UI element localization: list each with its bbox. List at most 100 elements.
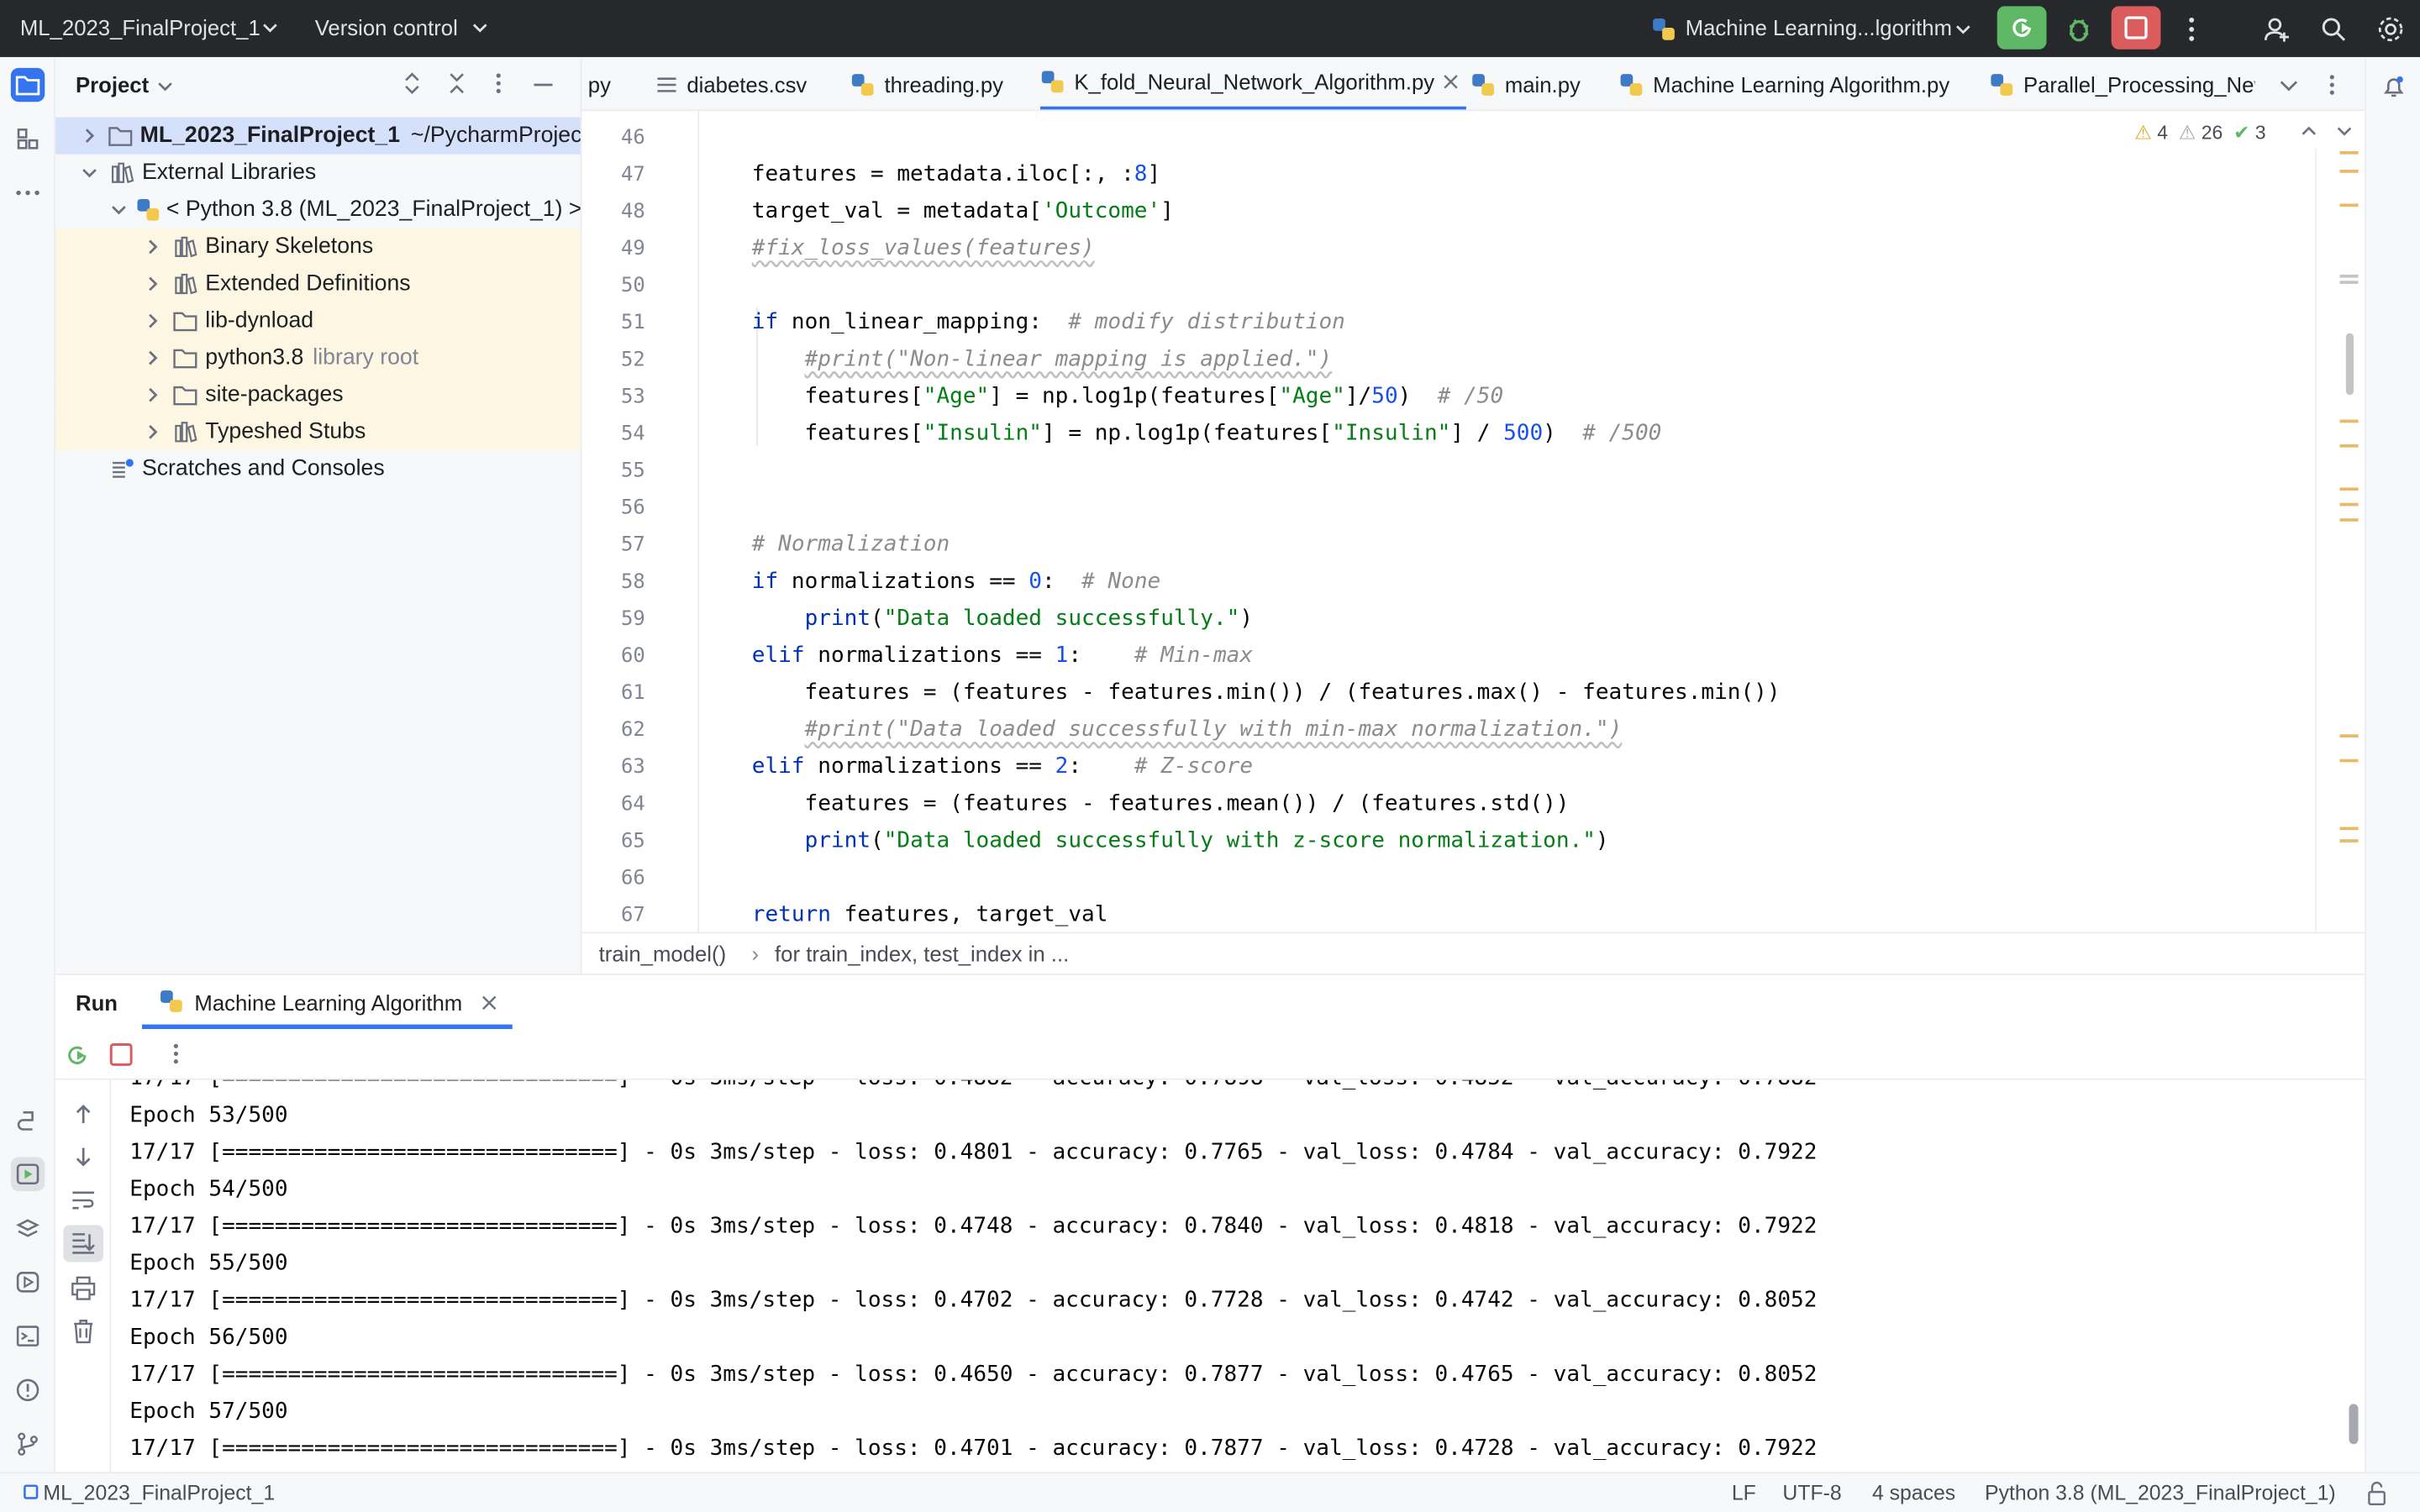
chevron-right-icon[interactable] (140, 308, 165, 333)
chevron-down-icon[interactable] (108, 197, 129, 222)
console-scrollbar-thumb[interactable] (2349, 1404, 2359, 1445)
folder-icon (15, 74, 40, 96)
layers-icon (15, 1217, 39, 1242)
chevron-right-icon[interactable] (140, 234, 165, 259)
tree-item-site-packages[interactable]: site-packages (55, 376, 581, 414)
tab-label: Machine Learning Algorithm.py (1653, 71, 1950, 97)
indent-setting[interactable]: 4 spaces (1872, 1481, 1955, 1504)
previous-highlight-icon[interactable] (2302, 125, 2317, 138)
editor-scrollbar-thumb[interactable] (2345, 333, 2354, 396)
chevron-right-icon[interactable] (77, 123, 101, 148)
notifications-button[interactable] (2377, 70, 2411, 103)
scroll-to-end-button[interactable] (63, 1225, 104, 1263)
tree-item-hint: library root (313, 345, 419, 370)
breadcrumb-item[interactable]: for train_index, test_index in ... (775, 941, 1069, 965)
minimize-icon[interactable] (533, 81, 555, 87)
problems-tool-button[interactable] (11, 1373, 45, 1407)
tab-list-chevron-icon[interactable] (2280, 77, 2298, 92)
code-editor[interactable]: 46 47 48 49 50 51 52 53 54 55 56 57 58 5… (581, 111, 2365, 932)
chevron-right-icon[interactable] (140, 345, 165, 370)
tree-item-path: ~/PycharmProjec (410, 123, 582, 149)
code-line: features = (features - features.mean()) … (699, 791, 1570, 816)
chevron-down-icon[interactable] (262, 20, 277, 35)
services-tool-button[interactable] (11, 1265, 45, 1299)
console-line: Epoch 56/500 (129, 1325, 288, 1351)
chevron-down-icon[interactable] (1955, 22, 1970, 37)
stop-icon[interactable] (109, 1043, 133, 1067)
panel-options-icon[interactable] (491, 71, 506, 95)
tree-item-python38[interactable]: python3.8 library root (55, 339, 581, 377)
project-selector[interactable]: ML_2023_FinalProject_1 (20, 15, 260, 39)
tabs-options-icon[interactable] (2326, 72, 2338, 97)
tree-item-label: Extended Definitions (205, 271, 411, 297)
lock-icon[interactable] (2366, 1481, 2388, 1506)
terminal-tool-button[interactable] (11, 1319, 45, 1352)
layers-tool-button[interactable] (11, 1213, 45, 1247)
structure-tool-button[interactable] (11, 122, 45, 155)
run-tab-machine-learning-algorithm[interactable]: Machine Learning Algorithm (141, 975, 513, 1030)
folder-icon (171, 345, 199, 370)
run-options-icon[interactable] (170, 1042, 182, 1066)
project-tool-button[interactable] (10, 67, 45, 102)
python-packages-button[interactable] (11, 1105, 45, 1138)
run-config-selector[interactable]: Machine Learning...lgorithm (1686, 15, 1952, 39)
rerun-button[interactable] (1996, 6, 2047, 50)
project-panel-title[interactable]: Project (76, 72, 149, 97)
chevron-down-icon[interactable] (77, 160, 102, 185)
print-icon[interactable] (71, 1276, 96, 1300)
chevron-right-icon[interactable] (140, 420, 165, 444)
run-tool-button[interactable] (10, 1157, 45, 1191)
stop-icon (2123, 15, 2148, 39)
collapse-all-icon[interactable] (446, 71, 468, 95)
tab-diabetes-csv[interactable]: diabetes.csv (656, 57, 807, 109)
tree-item-python-sdk[interactable]: < Python 3.8 (ML_2023_FinalProject_1) > (55, 192, 581, 228)
tab-machine-learning-algorithm[interactable]: Machine Learning Algorithm.py (1619, 57, 1950, 109)
tab-threading-py[interactable]: threading.py (850, 57, 1003, 109)
line-separator[interactable]: LF (1732, 1481, 1756, 1504)
trash-icon[interactable] (71, 1319, 95, 1344)
close-tab-icon[interactable] (1444, 74, 1459, 89)
error-stripe[interactable] (2337, 151, 2361, 922)
breadcrumb-item[interactable]: train_model() (599, 941, 727, 965)
tree-item-project-root[interactable]: ML_2023_FinalProject_1 ~/PycharmProjec (55, 117, 582, 155)
chevron-right-icon[interactable] (140, 383, 165, 407)
tab-py[interactable]: py (588, 57, 611, 109)
close-tab-icon[interactable] (481, 995, 497, 1011)
chevron-right-icon[interactable] (140, 271, 165, 296)
tab-parallel-processing[interactable]: Parallel_Processing_New (1990, 57, 2254, 109)
tab-main-py[interactable]: main.py (1470, 57, 1581, 109)
more-tools-button[interactable] (11, 176, 45, 209)
code-line: features = (features - features.min()) /… (699, 680, 1781, 706)
tree-item-external-libraries[interactable]: External Libraries (55, 155, 580, 192)
rerun-icon[interactable] (63, 1042, 91, 1069)
status-project[interactable]: ML_2023_FinalProject_1 (43, 1481, 275, 1504)
chevron-down-icon[interactable] (157, 79, 172, 94)
vcs-selector[interactable]: Version control (315, 15, 458, 39)
stop-button[interactable] (2111, 6, 2161, 50)
tree-item-extended-definitions[interactable]: Extended Definitions (55, 265, 581, 303)
chevron-down-icon[interactable] (472, 20, 487, 35)
add-user-icon[interactable] (2263, 15, 2291, 43)
more-options-icon[interactable] (2182, 15, 2201, 43)
arrow-up-icon[interactable] (72, 1101, 94, 1126)
tree-item-typeshed-stubs[interactable]: Typeshed Stubs (55, 413, 581, 451)
git-tool-button[interactable] (11, 1427, 45, 1461)
file-encoding[interactable]: UTF-8 (1782, 1481, 1841, 1504)
run-console-output[interactable]: 17/17 [==============================] -… (111, 1079, 2365, 1473)
expand-all-icon[interactable] (402, 71, 424, 95)
console-line: 17/17 [==============================] -… (129, 1140, 1818, 1165)
search-icon[interactable] (2320, 15, 2348, 43)
tree-item-scratches[interactable]: Scratches and Consoles (55, 450, 580, 487)
soft-wrap-icon[interactable] (71, 1189, 95, 1211)
tree-item-binary-skeletons[interactable]: Binary Skeletons (55, 228, 581, 265)
warning-count: 4 (2157, 122, 2168, 144)
settings-icon[interactable] (2377, 15, 2405, 43)
bell-icon (2381, 74, 2406, 98)
tree-item-lib-dynload[interactable]: lib-dynload (55, 302, 581, 340)
inspection-widget[interactable]: ⚠ 4 ⚠ 26 ✔ 3 (2134, 120, 2265, 144)
tab-k-fold-neural-network[interactable]: K_fold_Neural_Network_Algorithm.py (1039, 57, 1466, 110)
python-interpreter[interactable]: Python 3.8 (ML_2023_FinalProject_1) (1985, 1481, 2336, 1504)
debug-button[interactable] (2064, 14, 2095, 45)
arrow-down-icon[interactable] (72, 1145, 94, 1169)
next-highlight-icon[interactable] (2337, 125, 2352, 138)
